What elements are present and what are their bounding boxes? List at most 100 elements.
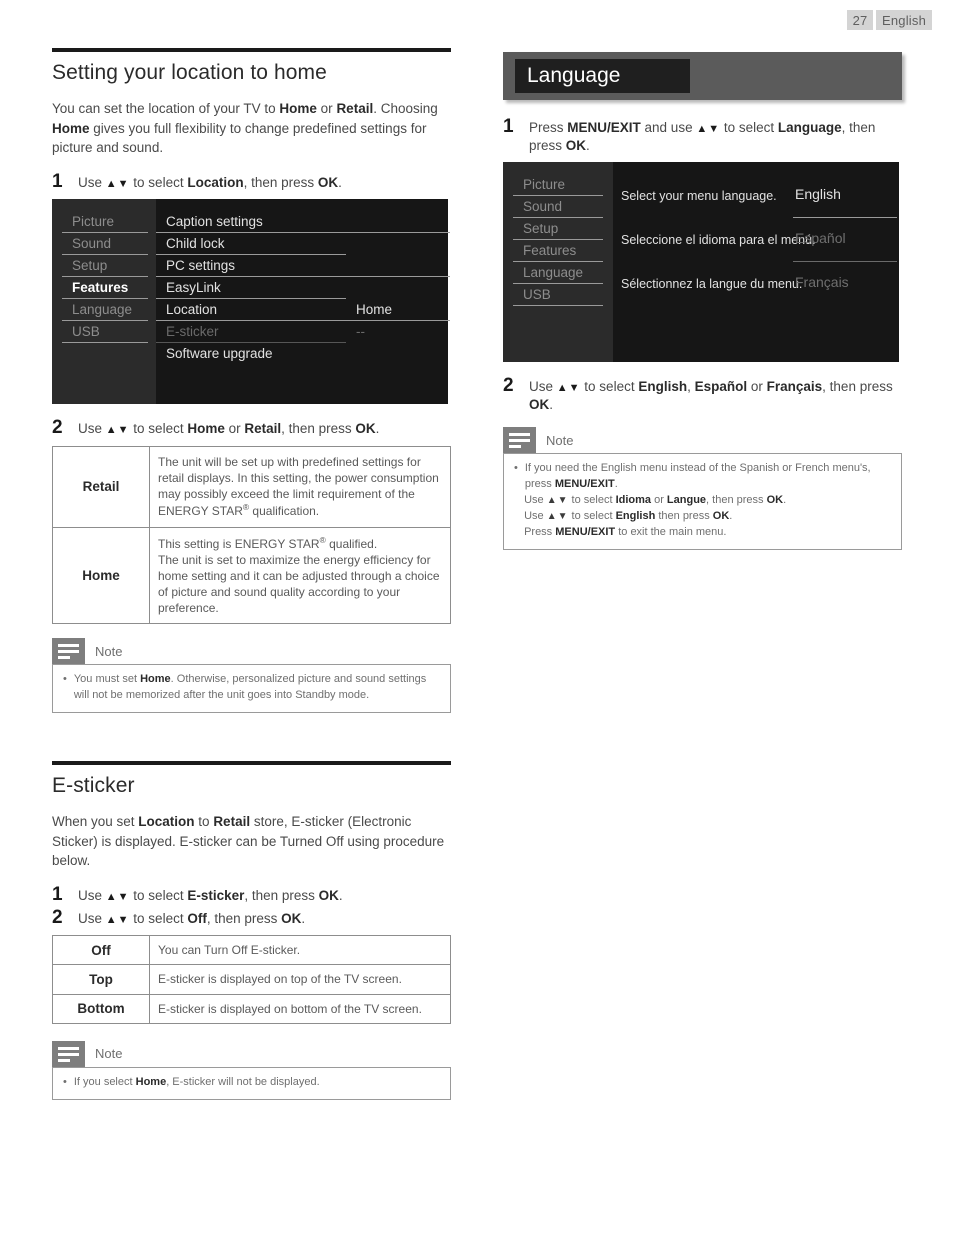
tv-menu-item[interactable]: Software upgrade <box>156 343 346 365</box>
tv-menu-language-description: Seleccione el idioma para el menú. <box>621 233 816 248</box>
note-text: Press MENU/EXIT to exit the main menu. <box>524 525 727 538</box>
tv-menu-sidebar-item-usb[interactable]: USB <box>62 321 148 344</box>
note-header: Note <box>52 1040 452 1067</box>
note-text: If you need the English menu instead of … <box>524 462 871 491</box>
table-cell-value: This setting is ENERGY STAR® qualified. T… <box>149 526 451 625</box>
tv-menu-value-column: English Español Français <box>793 174 897 362</box>
tv-menu-language-option[interactable]: English <box>793 174 897 219</box>
note-item: Use ▲▼ to select Idioma or Langue, then … <box>514 493 891 509</box>
step-1: 1 Use ▲▼ to select E-sticker, then press… <box>52 885 452 905</box>
note-text: You must set Home. Otherwise, personaliz… <box>73 673 427 702</box>
intro-paragraph: When you set Location to Retail store, E… <box>52 814 445 869</box>
section-setting-location: Setting your location to home You can se… <box>52 48 452 714</box>
step-number: 1 <box>52 884 63 906</box>
note-label: Note <box>95 643 123 659</box>
tv-menu-language-option[interactable]: Français <box>793 262 897 306</box>
step-text: Use ▲▼ to select Home or Retail, then pr… <box>78 421 380 437</box>
tv-menu-item[interactable]: Caption settings <box>156 211 346 234</box>
table-row: Bottom E-sticker is displayed on bottom o… <box>52 993 451 1024</box>
tv-menu-sidebar-item-usb[interactable]: USB <box>513 284 603 307</box>
note-box: • If you select Home, E-sticker will not … <box>52 1066 451 1100</box>
note-text: If you select Home, E-sticker will not b… <box>73 1075 320 1088</box>
page-title: Setting your location to home <box>52 61 327 84</box>
tv-menu-language-option[interactable]: Español <box>793 218 897 263</box>
tv-menu-item-value <box>346 233 450 255</box>
tv-menu-value-column: Home -- <box>346 211 450 365</box>
tv-menu-sidebar-item-setup[interactable]: Setup <box>62 255 148 278</box>
tv-menu-sidebar-item-features[interactable]: Features <box>513 240 603 263</box>
note-item: • If you select Home, E-sticker will not … <box>63 1075 440 1091</box>
location-options-table: Retail The unit will be set up with prede… <box>52 445 451 625</box>
step-1: 1 Press MENU/EXIT and use ▲▼ to select L… <box>503 117 903 154</box>
tv-menu-language-description: Select your menu language. <box>621 189 777 204</box>
tv-menu-sidebar-item-language[interactable]: Language <box>513 262 603 285</box>
step-number: 1 <box>52 170 63 192</box>
note-box: • If you need the English menu instead of… <box>503 453 902 550</box>
tv-menu-sidebar-item-picture[interactable]: Picture <box>62 211 148 234</box>
table-cell-key: Top <box>52 964 150 995</box>
table-cell-value: E-sticker is displayed on top of the TV … <box>149 964 451 995</box>
tv-menu-content: Select your menu language. Seleccione el … <box>613 162 899 362</box>
bullet-icon: • <box>514 462 518 475</box>
note-item: • If you need the English menu instead of… <box>514 461 891 493</box>
tv-menu-sidebar-item-setup[interactable]: Setup <box>513 218 603 241</box>
step-1: 1 Use ▲▼ to select Location, then press … <box>52 172 452 192</box>
tv-menu-item[interactable]: E-sticker <box>156 321 346 344</box>
tv-menu-item[interactable]: Location <box>156 299 346 322</box>
note-item: Use ▲▼ to select English then press OK. <box>514 509 891 525</box>
step-number: 1 <box>503 116 514 137</box>
tv-menu-content: Caption settings Child lock PC settings Eas… <box>156 199 450 404</box>
step-2: 2 Use ▲▼ to select Home or Retail, then … <box>52 418 452 438</box>
tv-menu-item-value <box>346 255 450 278</box>
tv-menu-sidebar-item-features[interactable]: Features <box>62 277 148 300</box>
note-box: • You must set Home. Otherwise, personali… <box>52 664 451 714</box>
section-rule <box>52 761 451 766</box>
page-language: English <box>876 10 932 30</box>
tv-menu-item[interactable]: Child lock <box>156 233 346 256</box>
table-cell-value: The unit will be set up with predefined … <box>149 445 451 528</box>
page-number: 27 <box>847 10 873 30</box>
tv-menu-sidebar-item-language[interactable]: Language <box>62 299 148 322</box>
table-row: Retail The unit will be set up with prede… <box>52 445 451 528</box>
step-2: 2 Use ▲▼ to select Off, then press OK. <box>52 908 452 928</box>
step-text: Use ▲▼ to select Location, then press OK… <box>78 174 342 190</box>
tv-menu-language-description: Sélectionnez la langue du menu. <box>621 277 803 292</box>
intro-paragraph: You can set the location of your TV to H… <box>52 101 438 156</box>
section-title: E-sticker <box>52 774 135 798</box>
step-number: 2 <box>52 417 63 439</box>
tv-menu-sidebar: Picture Sound Setup Features Language USB <box>52 199 156 405</box>
step-text: Use ▲▼ to select E-sticker, then press O… <box>78 888 343 904</box>
tv-menu-item-value <box>346 343 450 365</box>
tv-menu-sidebar-item-sound[interactable]: Sound <box>513 196 603 219</box>
tv-menu-description-column: Select your menu language. Seleccione el … <box>613 174 816 362</box>
table-row: Home This setting is ENERGY STAR® qualifi… <box>52 526 451 625</box>
note-label: Note <box>546 432 574 448</box>
table-cell-value: E-sticker is displayed on bottom of the … <box>149 993 451 1024</box>
tv-menu-screenshot-features: Picture Sound Setup Features Language USB Cap… <box>52 199 450 405</box>
tv-menu-item-value: -- <box>356 324 365 340</box>
tv-menu-sidebar-item-sound[interactable]: Sound <box>62 233 148 256</box>
tv-menu-item[interactable]: PC settings <box>156 255 346 278</box>
table-cell-key: Bottom <box>52 993 150 1024</box>
tv-menu-item-value <box>346 277 450 299</box>
note-icon <box>503 427 536 454</box>
note-icon <box>52 638 85 665</box>
tv-menu-sidebar-item-picture[interactable]: Picture <box>513 174 603 197</box>
note-icon <box>52 1040 85 1067</box>
tv-menu-item-column: Caption settings Child lock PC settings Eas… <box>156 211 346 365</box>
note-text: Use ▲▼ to select English then press OK. <box>524 510 733 522</box>
note-item: • You must set Home. Otherwise, personali… <box>63 672 440 704</box>
table-cell-value: You can Turn Off E-sticker. <box>149 935 451 966</box>
note-label: Note <box>95 1046 123 1062</box>
right-column: Language 1 Press MENU/EXIT and use ▲▼ to… <box>503 52 903 550</box>
left-column: Setting your location to home You can se… <box>52 48 452 1100</box>
tv-menu-item[interactable]: EasyLink <box>156 277 346 300</box>
table-cell-key: Retail <box>52 445 150 528</box>
step-text: Press MENU/EXIT and use ▲▼ to select Lan… <box>529 120 876 153</box>
section-rule <box>52 48 451 52</box>
step-2: 2 Use ▲▼ to select English, Español or F… <box>503 376 903 413</box>
section-e-sticker: E-sticker When you set Location to Retai… <box>52 761 452 1100</box>
table-cell-key: Home <box>52 526 150 625</box>
e-sticker-options-table: Off You can Turn Off E-sticker. Top E-stick… <box>52 935 451 1024</box>
note-item: Press MENU/EXIT to exit the main menu. <box>514 525 891 541</box>
